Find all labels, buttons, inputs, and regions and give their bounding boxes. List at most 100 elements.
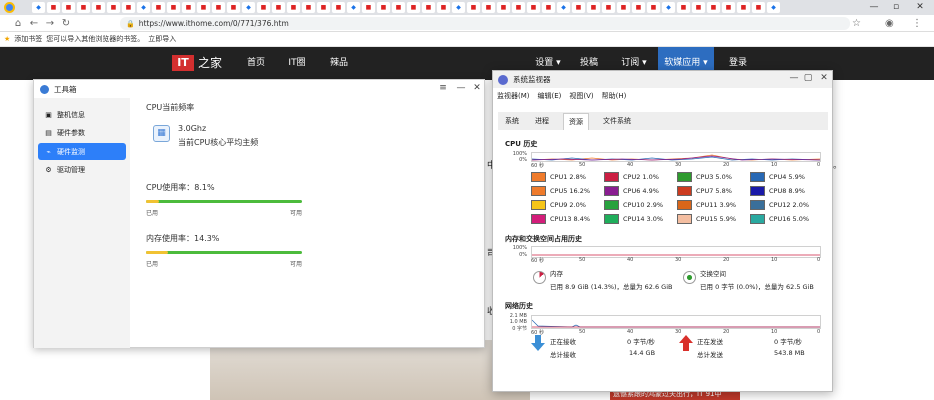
browser-tab-icon[interactable]: ■ [152, 2, 165, 13]
browser-tab-icon[interactable]: ◆ [242, 2, 255, 13]
cpu-legend-item[interactable]: CPU13 8.4% [531, 213, 606, 225]
cpu-color-swatch[interactable] [750, 200, 765, 210]
sidebar-item-hardware-monitor[interactable]: ⌁ 硬件监测 [38, 143, 126, 160]
cpu-color-swatch[interactable] [604, 186, 619, 196]
cpu-color-swatch[interactable] [750, 186, 765, 196]
cpu-color-swatch[interactable] [531, 172, 546, 182]
browser-tab-icon[interactable]: ◆ [557, 2, 570, 13]
cpu-legend-item[interactable]: CPU8 8.9% [750, 185, 825, 197]
browser-tab-icon[interactable]: ■ [437, 2, 450, 13]
browser-tab-icon[interactable]: ■ [587, 2, 600, 13]
browser-tab-icon[interactable]: ■ [107, 2, 120, 13]
browser-tab-icon[interactable]: ■ [47, 2, 60, 13]
browser-tab-icon[interactable]: ■ [272, 2, 285, 13]
menu-monitor[interactable]: 监视器(M) [497, 91, 530, 101]
browser-tab-icon[interactable]: ◆ [347, 2, 360, 13]
browser-tab-icon[interactable]: ■ [122, 2, 135, 13]
browser-tab-icon[interactable]: ■ [707, 2, 720, 13]
cpu-color-swatch[interactable] [677, 186, 692, 196]
sidebar-item-driver-mgmt[interactable]: ⚙ 驱动管理 [38, 161, 126, 178]
browser-tab-icon[interactable]: ■ [167, 2, 180, 13]
forward-icon[interactable]: → [42, 18, 58, 29]
cpu-legend-item[interactable]: CPU16 5.0% [750, 213, 825, 225]
cpu-color-swatch[interactable] [750, 214, 765, 224]
cpu-legend-item[interactable]: CPU10 2.9% [604, 199, 679, 211]
menu-view[interactable]: 视图(V) [569, 91, 593, 101]
browser-tab-icon[interactable]: ■ [602, 2, 615, 13]
nav-lapin[interactable]: 辣品 [322, 47, 356, 80]
browser-tab-icon[interactable]: ◆ [452, 2, 465, 13]
browser-tab-icon[interactable]: ■ [422, 2, 435, 13]
menu-help[interactable]: 帮助(H) [602, 91, 627, 101]
browser-tab-icon[interactable]: ◆ [32, 2, 45, 13]
minimize-icon[interactable]: — [864, 0, 884, 15]
tab-system[interactable]: 系统 [503, 113, 521, 129]
cpu-color-swatch[interactable] [531, 200, 546, 210]
tab-resources[interactable]: 资源 [563, 112, 589, 130]
browser-tab-icon[interactable]: ■ [197, 2, 210, 13]
browser-tab-icon[interactable]: ■ [632, 2, 645, 13]
cpu-color-swatch[interactable] [677, 200, 692, 210]
cpu-color-swatch[interactable] [604, 214, 619, 224]
browser-tab-icon[interactable]: ■ [92, 2, 105, 13]
browser-tab-icon[interactable]: ■ [407, 2, 420, 13]
cpu-legend-item[interactable]: CPU14 3.0% [604, 213, 679, 225]
close-icon[interactable]: ✕ [470, 83, 484, 93]
browser-tab-icon[interactable]: ■ [512, 2, 525, 13]
browser-tab-icon[interactable]: ■ [212, 2, 225, 13]
browser-tab-icon[interactable]: ■ [182, 2, 195, 13]
cpu-color-swatch[interactable] [531, 214, 546, 224]
browser-tab-icon[interactable]: ■ [677, 2, 690, 13]
browser-tab-icon[interactable]: ■ [572, 2, 585, 13]
maximize-icon[interactable]: ▫ [886, 0, 906, 15]
cpu-color-swatch[interactable] [604, 172, 619, 182]
cpu-color-swatch[interactable] [750, 172, 765, 182]
url-input[interactable]: 🔒 https://www.ithome.com/0/771/376.htm [120, 17, 850, 30]
browser-tab-icon[interactable]: ■ [542, 2, 555, 13]
maximize-icon[interactable]: ▢ [801, 73, 815, 83]
browser-tab-icon[interactable]: ■ [287, 2, 300, 13]
browser-tab-icon[interactable]: ■ [332, 2, 345, 13]
browser-tab-icon[interactable]: ■ [722, 2, 735, 13]
minimize-icon[interactable]: — [454, 83, 468, 93]
browser-tab-icon[interactable]: ◆ [767, 2, 780, 13]
browser-tab-icon[interactable]: ■ [392, 2, 405, 13]
site-logo[interactable]: IT [172, 55, 194, 71]
browser-tab-icon[interactable]: ■ [467, 2, 480, 13]
nav-home[interactable]: 首页 [236, 47, 276, 80]
menu-edit[interactable]: 编辑(E) [538, 91, 562, 101]
menu-icon[interactable]: ≡ [436, 83, 450, 93]
browser-tab-icon[interactable]: ■ [227, 2, 240, 13]
browser-tab-icon[interactable]: ■ [647, 2, 660, 13]
browser-tab-icon[interactable]: ■ [302, 2, 315, 13]
browser-tab-icon[interactable]: ■ [482, 2, 495, 13]
sidebar-item-machine-info[interactable]: ▣ 整机信息 [38, 106, 126, 123]
browser-tab-icon[interactable]: ◆ [662, 2, 675, 13]
close-icon[interactable]: ✕ [817, 73, 831, 83]
browser-tab-icon[interactable]: ■ [257, 2, 270, 13]
browser-tab-icon[interactable]: ◆ [137, 2, 150, 13]
cpu-color-swatch[interactable] [677, 214, 692, 224]
browser-tab-icon[interactable]: ■ [497, 2, 510, 13]
cpu-legend-item[interactable]: CPU4 5.9% [750, 171, 825, 183]
back-icon[interactable]: ← [26, 18, 42, 29]
tab-processes[interactable]: 进程 [533, 113, 551, 129]
browser-tab-icon[interactable]: ■ [527, 2, 540, 13]
cpu-legend-item[interactable]: CPU7 5.8% [677, 185, 752, 197]
browser-tab-icon[interactable]: ■ [77, 2, 90, 13]
browser-tab-icon[interactable]: ■ [362, 2, 375, 13]
minimize-icon[interactable]: — [787, 73, 801, 83]
cpu-legend-item[interactable]: CPU15 5.9% [677, 213, 752, 225]
close-icon[interactable]: ✕ [910, 0, 930, 15]
browser-tab-icon[interactable]: ■ [317, 2, 330, 13]
browser-tab-icon[interactable]: ■ [617, 2, 630, 13]
cpu-color-swatch[interactable] [531, 186, 546, 196]
profile-icon[interactable]: ◉ [885, 15, 894, 32]
cpu-color-swatch[interactable] [677, 172, 692, 182]
cpu-legend-item[interactable]: CPU3 5.0% [677, 171, 752, 183]
browser-tab-icon[interactable]: ■ [692, 2, 705, 13]
import-link[interactable]: 立即导入 [148, 34, 176, 44]
browser-tab-icon[interactable]: ■ [62, 2, 75, 13]
cpu-legend-item[interactable]: CPU9 2.0% [531, 199, 606, 211]
nav-itquan[interactable]: IT圈 [280, 47, 314, 80]
